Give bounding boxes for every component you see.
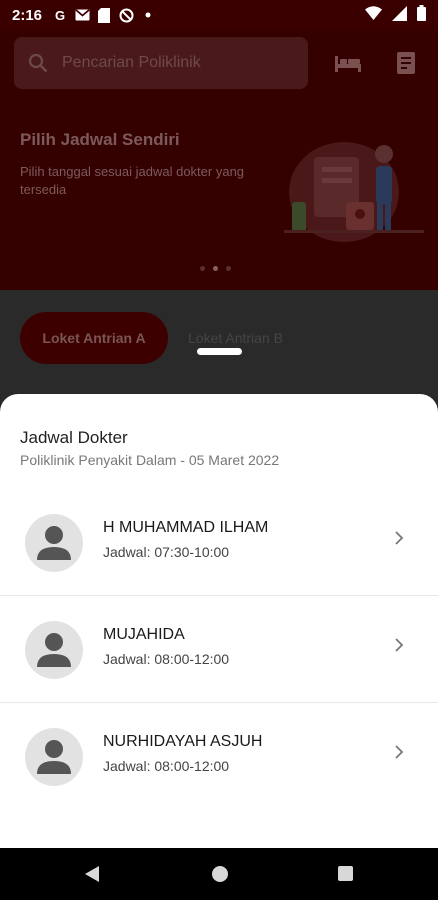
chevron-right-icon bbox=[395, 531, 404, 545]
doctor-name: MUJAHIDA bbox=[103, 626, 185, 643]
doctor-schedule-sheet: Jadwal Dokter Poliklinik Penyakit Dalam … bbox=[0, 394, 438, 848]
person-icon bbox=[37, 633, 71, 667]
search-input[interactable]: Pencarian Poliklinik bbox=[14, 37, 308, 89]
chevron-right-icon bbox=[395, 638, 404, 652]
avatar bbox=[25, 728, 83, 786]
schedule-illustration bbox=[284, 142, 424, 242]
doctor-name: H MUHAMMAD ILHAM bbox=[103, 519, 269, 536]
person-icon bbox=[37, 526, 71, 560]
avatar bbox=[25, 514, 83, 572]
person-icon bbox=[37, 740, 71, 774]
back-icon[interactable] bbox=[84, 865, 100, 883]
doctor-schedule: Jadwal: 07:30-10:00 bbox=[103, 544, 230, 560]
sheet-subtitle: Poliklinik Penyakit Dalam - 05 Maret 202… bbox=[20, 452, 280, 468]
signal-icon bbox=[392, 5, 407, 25]
search-icon bbox=[28, 53, 48, 73]
sheet-drag-handle[interactable] bbox=[197, 348, 242, 355]
avatar bbox=[25, 621, 83, 679]
hero-banner: Pencarian Poliklinik Pilih Jadwal Sendir… bbox=[0, 30, 438, 290]
carousel-dot bbox=[200, 266, 205, 271]
doctor-row[interactable]: MUJAHIDA Jadwal: 08:00-12:00 bbox=[0, 596, 438, 703]
status-bar: 2:16 G bbox=[0, 0, 438, 30]
dot-icon bbox=[140, 7, 156, 23]
sheet-title: Jadwal Dokter bbox=[20, 428, 128, 447]
google-icon: G bbox=[54, 7, 66, 23]
doctor-name: NURHIDAYAH ASJUH bbox=[103, 733, 263, 750]
hero-title: Pilih Jadwal Sendiri bbox=[20, 130, 180, 149]
carousel-indicator bbox=[200, 266, 231, 271]
carousel-dot bbox=[226, 266, 231, 271]
doctor-list: H MUHAMMAD ILHAM Jadwal: 07:30-10:00 MUJ… bbox=[0, 489, 438, 810]
wifi-icon bbox=[365, 6, 382, 24]
tab-loket-antrian-b[interactable]: Loket Antrian B bbox=[188, 312, 283, 364]
navigation-bar bbox=[0, 848, 438, 900]
chevron-right-icon bbox=[395, 745, 404, 759]
document-icon[interactable] bbox=[393, 50, 423, 76]
doctor-schedule: Jadwal: 08:00-12:00 bbox=[103, 651, 230, 667]
tab-loket-antrian-a[interactable]: Loket Antrian A bbox=[20, 312, 168, 364]
doctor-row[interactable]: NURHIDAYAH ASJUH Jadwal: 08:00-12:00 bbox=[0, 703, 438, 810]
gmail-icon bbox=[74, 7, 90, 23]
hero-description: Pilih tanggal sesuai jadwal dokter yang … bbox=[20, 164, 245, 197]
bed-icon[interactable] bbox=[333, 50, 363, 76]
blocked-icon bbox=[118, 7, 134, 23]
battery-icon bbox=[417, 5, 426, 25]
search-placeholder: Pencarian Poliklinik bbox=[62, 54, 201, 71]
carousel-dot-active bbox=[213, 266, 218, 271]
doctor-schedule: Jadwal: 08:00-12:00 bbox=[103, 758, 230, 774]
home-icon[interactable] bbox=[212, 866, 228, 882]
status-time: 2:16 bbox=[12, 6, 43, 24]
sim-card-icon bbox=[96, 7, 112, 23]
recent-apps-icon[interactable] bbox=[338, 866, 353, 881]
doctor-row[interactable]: H MUHAMMAD ILHAM Jadwal: 07:30-10:00 bbox=[0, 489, 438, 596]
